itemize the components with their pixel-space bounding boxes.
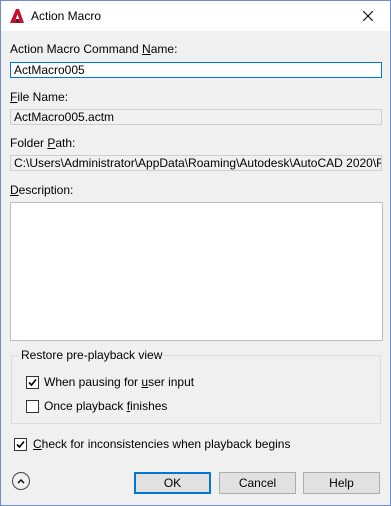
restore-view-group [11,355,381,424]
file-name-label: File Name: [10,90,69,104]
window-title: Action Macro [31,9,102,23]
ok-button[interactable]: OK [134,472,211,494]
description-label: Description: [10,183,74,197]
pause-restore-label[interactable]: When pausing for user input [44,375,194,389]
inconsistency-checkbox[interactable] [14,438,27,451]
checkmark-icon [28,378,37,387]
inconsistency-label[interactable]: Check for inconsistencies when playback … [33,437,290,451]
description-textarea[interactable] [10,202,383,341]
checkmark-icon [16,440,25,449]
pause-restore-checkbox[interactable] [26,376,39,389]
restore-view-group-title: Restore pre-playback view [19,348,165,362]
folder-path-field[interactable]: C:\Users\Administrator\AppData\Roaming\A… [10,155,382,171]
command-name-label: Action Macro Command Name: [10,42,178,56]
folder-path-label: Folder Path: [10,136,76,150]
title-bar: Action Macro [1,1,390,31]
collapse-button[interactable] [12,472,30,490]
autocad-logo-icon [10,9,24,23]
command-name-input[interactable]: ActMacro005 [10,62,382,78]
close-icon [363,11,373,21]
help-button[interactable]: Help [303,472,380,494]
file-name-field[interactable]: ActMacro005.actm [10,109,382,125]
action-macro-dialog: Action Macro Action Macro Command Name: … [0,0,391,506]
cancel-button[interactable]: Cancel [219,472,296,494]
finish-restore-checkbox[interactable] [26,400,39,413]
close-button[interactable] [346,1,390,31]
chevron-up-icon [17,479,25,484]
finish-restore-label[interactable]: Once playback finishes [44,399,167,413]
